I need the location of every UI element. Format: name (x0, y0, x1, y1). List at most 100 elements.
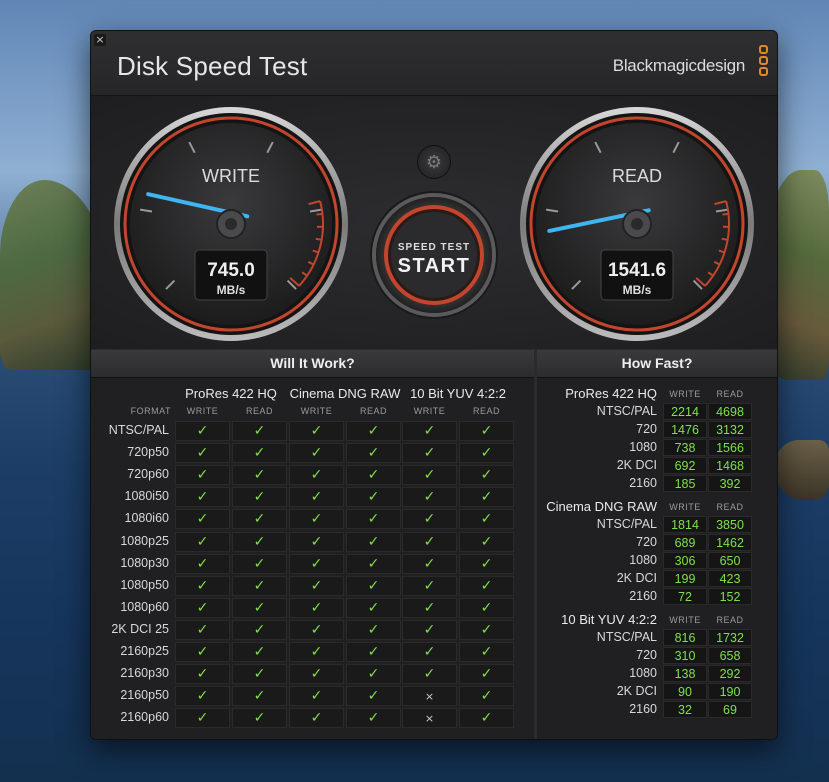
check-icon: ✓ (232, 686, 287, 707)
check-icon: ✓ (346, 686, 401, 707)
group-header: 10 Bit YUV 4:2:2 (410, 386, 506, 401)
write-speed-value: 185 (663, 475, 707, 492)
check-icon: ✓ (175, 708, 230, 729)
read-speed-value: 1732 (708, 629, 752, 646)
check-icon: ✓ (346, 664, 401, 685)
gauge-hub-center (631, 218, 643, 230)
check-icon: ✓ (232, 575, 287, 596)
read-speed-value: 423 (708, 570, 752, 587)
will-it-work-title: Will It Work? (91, 350, 534, 378)
check-icon: ✓ (232, 597, 287, 618)
write-speed-value: 1814 (663, 516, 707, 533)
read-speed-value: 190 (708, 683, 752, 700)
check-icon: ✓ (289, 487, 344, 508)
read-speed-value: 392 (708, 475, 752, 492)
check-icon: ✓ (346, 443, 401, 464)
gauge-label: WRITE (202, 166, 260, 186)
check-icon: ✓ (346, 597, 401, 618)
check-icon: ✓ (232, 642, 287, 662)
check-icon: ✓ (232, 443, 287, 464)
check-icon: ✓ (232, 708, 287, 729)
start-button-label: START (397, 255, 471, 277)
check-icon: ✓ (346, 487, 401, 508)
desktop-wallpaper-rock (774, 440, 829, 500)
check-icon: ✓ (459, 575, 514, 596)
check-icon: ✓ (175, 575, 230, 596)
format-row-label: 2160 (629, 476, 657, 490)
format-row-label: 1080p25 (120, 533, 169, 548)
format-row-label: NTSC/PAL (596, 630, 657, 644)
format-row-label: 1080p30 (120, 555, 169, 570)
format-row-label: NTSC/PAL (108, 423, 169, 437)
write-speed-value: 32 (663, 701, 707, 718)
start-button-face[interactable]: SPEED TEST START (384, 205, 484, 305)
gauge-unit: MB/s (623, 283, 652, 297)
read-speed-value: 650 (708, 552, 752, 569)
group-header: ProRes 422 HQ (185, 386, 277, 401)
column-header: WRITE (413, 406, 446, 416)
format-row-label: 720 (636, 535, 657, 549)
check-icon: ✓ (459, 443, 514, 464)
check-icon: ✓ (402, 575, 457, 596)
format-column-header: FORMAT (130, 406, 171, 416)
column-header: WRITE (186, 406, 219, 416)
check-icon: ✓ (175, 597, 230, 618)
check-icon: ✓ (459, 509, 514, 530)
close-icon[interactable]: × (94, 34, 106, 46)
check-icon: ✓ (232, 465, 287, 486)
format-row-label: 1080p50 (120, 577, 169, 592)
format-row-label: 1080i60 (124, 511, 170, 526)
format-row-label: NTSC/PAL (596, 404, 657, 418)
check-icon: ✓ (175, 664, 230, 685)
check-icon: ✓ (459, 664, 514, 685)
format-row-label: 1080 (629, 440, 657, 454)
gear-icon[interactable]: ⚙ (417, 145, 451, 179)
check-icon: ✓ (402, 509, 457, 530)
check-icon: ✓ (232, 553, 287, 574)
check-icon: ✓ (289, 664, 344, 685)
check-icon: ✓ (289, 421, 344, 441)
write-speed-value: 2214 (663, 403, 707, 420)
column-header: READ (716, 615, 744, 625)
start-button[interactable]: SPEED TEST START (376, 197, 492, 313)
check-icon: ✓ (175, 619, 230, 640)
how-fast-table: ProRes 422 HQ WRITE READ NTSC/PAL 2214 4698 72… (537, 378, 777, 739)
check-icon: ✓ (346, 642, 401, 662)
column-header: WRITE (669, 389, 701, 399)
check-icon: ✓ (346, 465, 401, 486)
gauge-unit: MB/s (217, 283, 246, 297)
gauge-label: READ (612, 166, 662, 186)
app-title: Disk Speed Test (117, 51, 308, 81)
section-title: ProRes 422 HQ (565, 386, 657, 401)
check-icon: ✓ (346, 531, 401, 552)
write-speed-value: 1476 (663, 421, 707, 438)
check-icon: ✓ (175, 487, 230, 508)
column-header: READ (245, 406, 273, 416)
check-icon: ✓ (232, 509, 287, 530)
format-row-label: 2K DCI (616, 571, 657, 585)
write-gauge: WRITE 745.0 MB/s (114, 107, 348, 341)
check-icon: ✓ (289, 553, 344, 574)
read-speed-value: 69 (708, 701, 752, 718)
check-icon: ✓ (459, 487, 514, 508)
check-icon: ✓ (289, 531, 344, 552)
write-speed-value: 310 (663, 647, 707, 664)
check-icon: ✓ (402, 421, 457, 441)
column-header: WRITE (300, 406, 333, 416)
read-speed-value: 1462 (708, 534, 752, 551)
check-icon: ✓ (459, 597, 514, 618)
check-icon: ✓ (289, 597, 344, 618)
will-it-work-table: ProRes 422 HQ WRITE READ Cinema DNG RAW WRIT… (91, 378, 534, 739)
check-icon: ✓ (459, 553, 514, 574)
format-row-label: 1080i50 (124, 489, 170, 504)
check-icon: ✓ (402, 531, 457, 552)
check-icon: ✓ (289, 443, 344, 464)
check-icon: ✓ (346, 619, 401, 640)
read-speed-value: 658 (708, 647, 752, 664)
center-controls: ⚙ SPEED TEST START (373, 96, 495, 349)
brand-name: Blackmagicdesign (612, 56, 746, 75)
check-icon: ✓ (402, 642, 457, 662)
format-row-label: 2K DCI (616, 458, 657, 472)
how-fast-panel: How Fast? ProRes 422 HQ WRITE READ NTSC/PAL… (537, 350, 777, 739)
format-row-label: 2K DCI (616, 684, 657, 698)
